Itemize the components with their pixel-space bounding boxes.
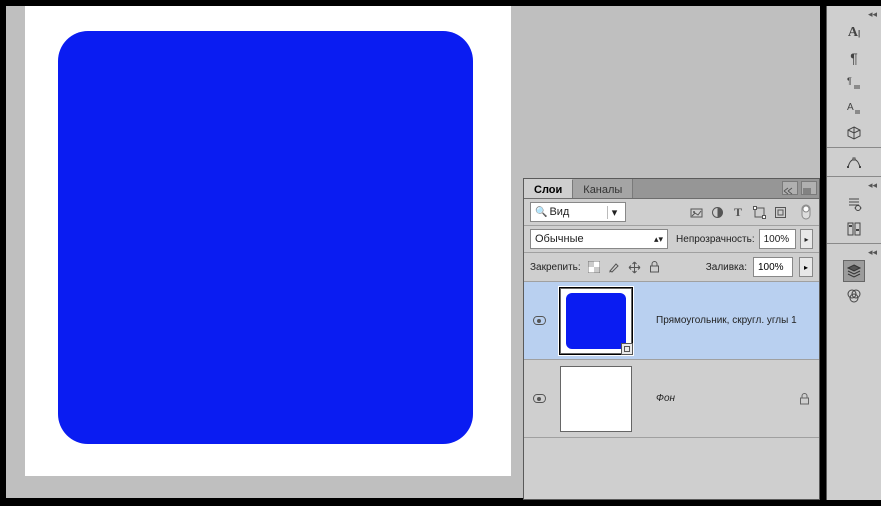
paragraph-panel-icon[interactable]: ¶ — [843, 47, 865, 69]
shape-rounded-rectangle[interactable] — [58, 31, 473, 444]
tab-channels[interactable]: Каналы — [573, 179, 633, 198]
layers-list: Прямоугольник, скругл. углы 1 Фон — [524, 282, 819, 438]
3d-panel-icon[interactable] — [843, 122, 865, 144]
chevron-down-icon: ▾ — [607, 206, 621, 219]
lock-label: Закрепить: — [530, 262, 581, 273]
svg-text:A: A — [847, 102, 854, 113]
channels-panel-icon[interactable] — [843, 285, 865, 307]
properties-panel-icon[interactable] — [843, 218, 865, 240]
layer-item-background[interactable]: Фон — [524, 360, 819, 438]
search-icon: 🔍 — [535, 207, 547, 218]
actions-panel-icon[interactable] — [843, 193, 865, 215]
paths-panel-icon[interactable] — [843, 151, 865, 173]
collapse-arrow-icon[interactable]: ◂◂ — [868, 247, 877, 258]
character-styles-icon[interactable]: A — [843, 97, 865, 119]
layer-filter-select[interactable]: 🔍 Вид ▾ — [530, 202, 626, 222]
tab-layers[interactable]: Слои — [524, 179, 573, 198]
blend-mode-select[interactable]: Обычные ▴▾ — [530, 229, 668, 249]
layer-thumbnail[interactable] — [560, 366, 632, 432]
svg-text:¶: ¶ — [847, 76, 852, 86]
layer-name[interactable]: Прямоугольник, скругл. углы 1 — [656, 315, 797, 326]
layer-thumbnail[interactable] — [560, 288, 632, 354]
character-panel-icon[interactable]: A| — [843, 22, 865, 44]
side-dock: ◂◂ A| ¶ ¶ A ◂◂ ◂◂ — [826, 6, 881, 500]
lock-position-icon[interactable] — [627, 260, 642, 275]
chevron-updown-icon: ▴▾ — [654, 234, 663, 245]
lock-pixels-icon[interactable] — [607, 260, 622, 275]
fill-input[interactable]: 100% — [753, 257, 793, 277]
visibility-eye-icon[interactable] — [533, 394, 546, 403]
layer-item-shape[interactable]: Прямоугольник, скругл. углы 1 — [524, 282, 819, 360]
filter-shape-icon[interactable] — [752, 205, 766, 219]
collapse-arrow-icon[interactable]: ◂◂ — [868, 9, 877, 20]
vector-mask-badge-icon — [621, 343, 633, 355]
panel-tabs: Слои Каналы — [524, 179, 819, 199]
panel-region: Слои Каналы 🔍 Вид ▾ — [523, 6, 820, 500]
filter-adjustment-icon[interactable] — [710, 205, 724, 219]
lock-icon[interactable] — [799, 393, 811, 405]
paragraph-styles-icon[interactable]: ¶ — [843, 72, 865, 94]
filter-pixel-icon[interactable] — [689, 205, 703, 219]
layer-name[interactable]: Фон — [656, 393, 675, 404]
filter-type-icon[interactable]: T — [731, 205, 745, 219]
opacity-label: Непрозрачность: — [676, 234, 755, 245]
filter-toggle-switch[interactable] — [799, 205, 813, 219]
collapse-panel-icon[interactable] — [782, 181, 798, 195]
opacity-dropdown[interactable]: ▸ — [800, 229, 813, 249]
opacity-input[interactable]: 100% — [759, 229, 796, 249]
panel-menu-icon[interactable] — [801, 181, 817, 195]
blend-row: Обычные ▴▾ Непрозрачность: 100% ▸ — [524, 226, 819, 253]
filter-smartobject-icon[interactable] — [773, 205, 787, 219]
lock-all-icon[interactable] — [647, 260, 662, 275]
fill-label: Заливка: — [706, 262, 747, 273]
fill-dropdown[interactable]: ▸ — [799, 257, 813, 277]
filter-type-label: Вид — [549, 206, 569, 218]
blend-mode-value: Обычные — [535, 233, 584, 245]
layers-panel: Слои Каналы 🔍 Вид ▾ — [523, 178, 820, 500]
canvas-document[interactable] — [25, 6, 511, 476]
canvas-area — [6, 6, 523, 498]
lock-row: Закрепить: Заливка: 100% ▸ — [524, 253, 819, 282]
lock-transparent-icon[interactable] — [587, 260, 602, 275]
layers-panel-icon[interactable] — [843, 260, 865, 282]
collapse-arrow-icon[interactable]: ◂◂ — [868, 180, 877, 191]
filter-row: 🔍 Вид ▾ T — [524, 199, 819, 226]
visibility-eye-icon[interactable] — [533, 316, 546, 325]
